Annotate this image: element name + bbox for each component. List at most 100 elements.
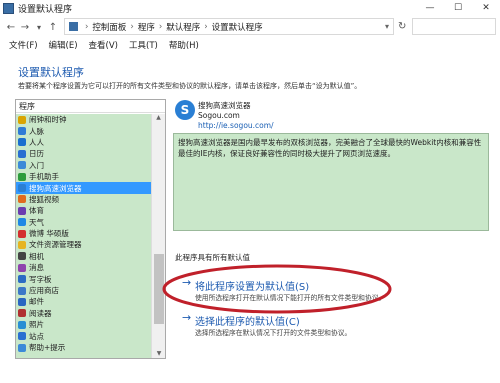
up-arrow-icon[interactable]: ↑ [46,22,60,33]
list-item-label: 文件资源管理器 [29,240,82,250]
menu-view[interactable]: 查看(V) [89,39,118,51]
program-icon [18,332,26,341]
program-icon [18,206,26,215]
list-item[interactable]: 应用商店 [16,285,151,296]
list-item[interactable]: 帮助+提示 [16,342,151,353]
program-description-box: 搜狗高速浏览器是国内最早发布的双核浏览器，完美融合了全球最快的Webkit内核和… [173,133,489,231]
list-item-label: 照片 [29,320,44,330]
program-list[interactable]: 程序 闹钟和时钟 人脉 人人 日历 入门手机助手 搜狗高速浏览器 搜狐视频 体育 天气 微博 华硕… [15,99,166,359]
list-item-label: 日历 [29,149,44,159]
list-item[interactable]: 闹钟和时钟 [16,114,151,125]
window-controls: — ☐ ✕ [416,0,500,16]
list-item-label: 体育 [29,206,44,216]
scroll-up-icon[interactable]: ▲ [152,114,165,124]
program-icon [18,286,26,295]
list-item-label: 邮件 [29,297,44,307]
arrow-right-icon: → [182,276,192,289]
choose-defaults-description: 选择所选程序在默认情况下打开的文件类型和协议。 [195,329,352,337]
program-company: Sogou.com [198,111,240,120]
search-input[interactable] [412,18,496,35]
list-item[interactable]: 相机 [16,251,151,262]
list-item[interactable]: 人人 [16,137,151,148]
program-list-header: 程序 [16,100,165,113]
list-item[interactable]: 阅读器 [16,308,151,319]
program-icon [18,218,26,227]
list-item[interactable]: 文件资源管理器 [16,239,151,250]
program-icon [18,172,26,181]
list-item[interactable]: 入门 [16,160,151,171]
forward-arrow-icon[interactable]: → [18,22,32,33]
list-item[interactable]: 消息 [16,262,151,273]
breadcrumb-icon [69,22,78,31]
maximize-button[interactable]: ☐ [444,0,472,16]
list-item[interactable]: 手机助手 [16,171,151,182]
program-icon [18,115,26,124]
list-item[interactable]: 日历 [16,148,151,159]
menu-tools[interactable]: 工具(T) [129,39,158,51]
page-description: 若要将某个程序设置为它可以打开的所有文件类型和协议的默认程序，请单击该程序，然后… [18,82,362,90]
list-item-label: 人脉 [29,126,44,136]
program-url-link[interactable]: http://ie.sogou.com/ [198,121,274,130]
list-item[interactable]: 体育 [16,205,151,216]
list-item-label: 阅读器 [29,308,52,318]
recent-dropdown-icon[interactable]: ▾ [32,23,46,32]
scroll-thumb[interactable] [154,254,164,324]
menu-file[interactable]: 文件(F) [9,39,38,51]
program-icon [18,240,26,249]
program-icon [18,275,26,284]
breadcrumb-set-default-programs[interactable]: 设置默认程序 [212,21,263,33]
list-item-label: 天气 [29,217,44,227]
program-icon [18,343,26,352]
program-icon [18,252,26,261]
list-item-label: 消息 [29,263,44,273]
list-item-label: 相机 [29,251,44,261]
breadcrumb-control-panel[interactable]: 控制面板 [92,21,126,33]
choose-defaults-link[interactable]: 选择此程序的默认值(C) [195,313,300,328]
control-panel-icon [3,2,14,14]
list-item[interactable]: 微博 华硕版 [16,228,151,239]
program-icon [18,127,26,136]
list-item-label: 帮助+提示 [29,343,66,352]
menu-edit[interactable]: 编辑(E) [49,39,78,51]
breadcrumb-default-programs[interactable]: 默认程序 [166,21,200,33]
list-item-label: 站点 [29,331,44,341]
list-item[interactable]: 人脉 [16,125,151,136]
address-dropdown-icon[interactable]: ▾ [385,22,389,31]
list-item[interactable]: 站点 [16,330,151,341]
list-item-label: 搜狗高速浏览器 [29,183,82,193]
list-item[interactable]: 搜狗高速浏览器 [16,182,151,194]
address-bar[interactable]: › 控制面板 › 程序 › 默认程序 › 设置默认程序 ▾ [64,18,394,35]
list-item[interactable]: 搜狐视频 [16,194,151,205]
list-item-label: 闹钟和时钟 [29,115,67,125]
program-icon [18,161,26,170]
program-icon [18,320,26,329]
set-as-default-link[interactable]: 将此程序设置为默认值(S) [195,278,309,293]
list-item[interactable]: 照片 [16,319,151,330]
list-item-label: 写字板 [29,274,52,284]
list-item-label: 手机助手 [29,172,59,182]
program-name: 搜狗高速浏览器 [198,101,251,110]
program-icon [18,195,26,204]
list-item-label: 入门 [29,160,44,170]
list-item-label: 应用商店 [29,286,59,296]
list-item[interactable]: 写字板 [16,273,151,284]
list-scrollbar[interactable]: ▲ ▼ [151,114,165,358]
close-button[interactable]: ✕ [472,0,500,16]
list-item[interactable]: 邮件 [16,296,151,307]
program-icon [18,138,26,147]
scroll-down-icon[interactable]: ▼ [152,350,165,358]
program-icon [18,184,26,193]
program-icon [18,229,26,238]
program-icon [18,309,26,318]
program-list-items: 闹钟和时钟 人脉 人人 日历 入门手机助手 搜狗高速浏览器 搜狐视频 体育 天气 微博 华硕版 文件… [16,114,151,358]
back-arrow-icon[interactable]: ← [4,22,18,33]
program-icon [18,297,26,306]
program-icon [18,263,26,272]
refresh-icon[interactable]: ↻ [398,21,406,32]
list-item[interactable]: 天气 [16,217,151,228]
defaults-status: 此程序具有所有默认值 [175,253,250,262]
minimize-button[interactable]: — [416,0,444,16]
breadcrumb-programs[interactable]: 程序 [138,21,155,33]
menu-help[interactable]: 帮助(H) [169,39,199,51]
navigation-bar: ← → ▾ ↑ › 控制面板 › 程序 › 默认程序 › 设置默认程序 ▾ ↻ [0,16,500,38]
